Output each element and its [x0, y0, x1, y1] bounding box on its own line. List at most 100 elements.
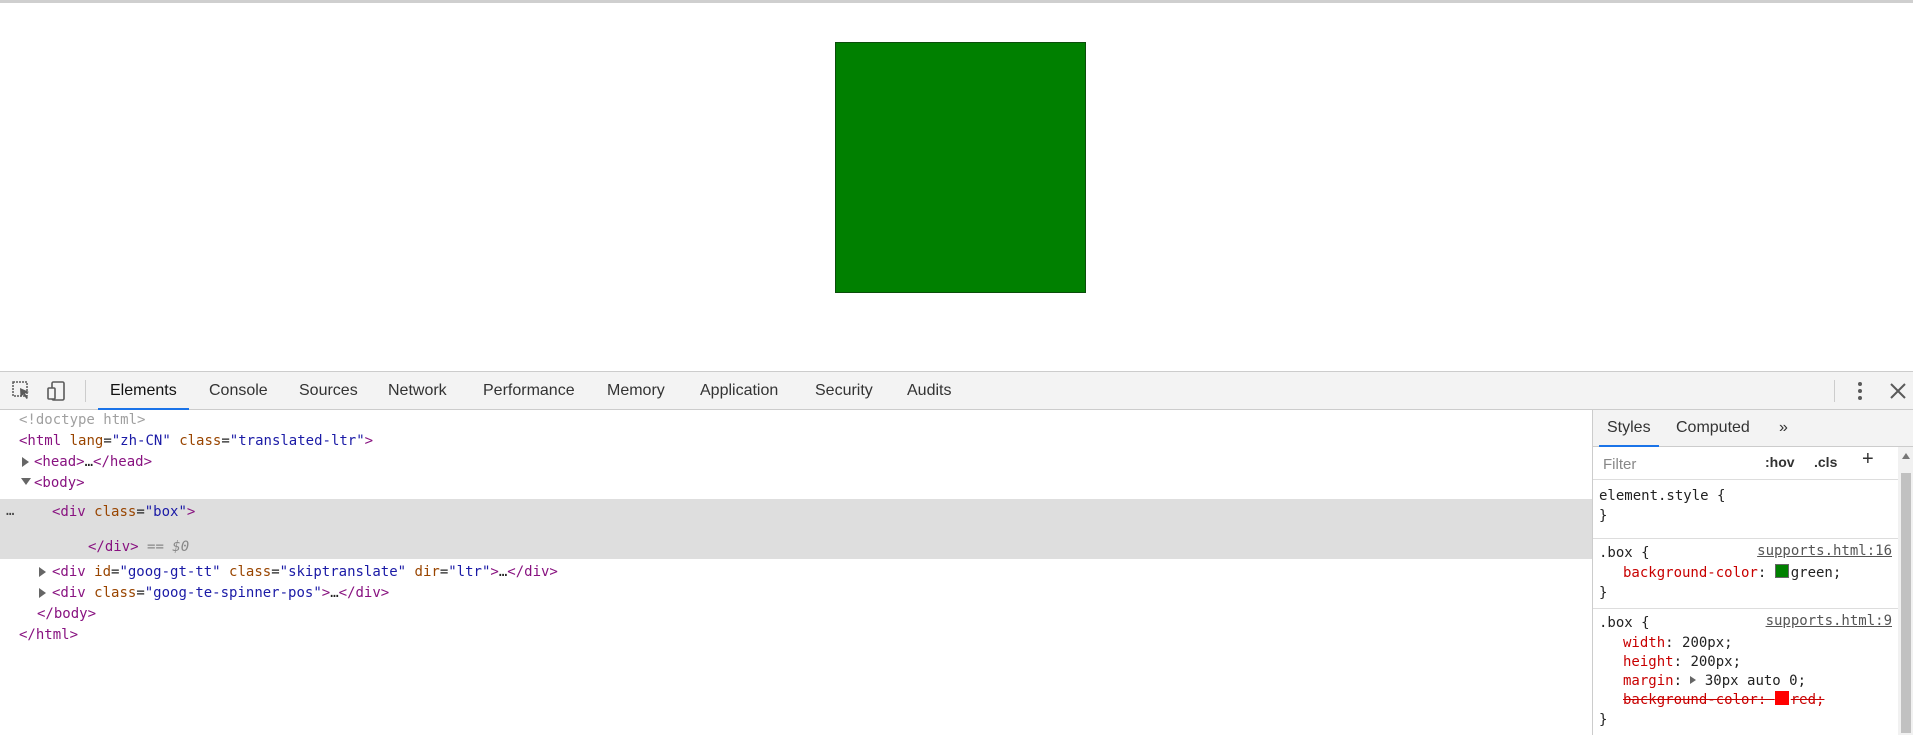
style-rule-box-16: .box { supports.html:16 background-color…	[1593, 539, 1898, 609]
tab-application[interactable]: Application	[700, 372, 778, 409]
node-actions-dots[interactable]: …	[6, 503, 14, 519]
devtools-panel: Elements Console Sources Network Perform…	[0, 371, 1913, 735]
styles-scrollbar[interactable]	[1898, 447, 1913, 735]
dom-div-spinner[interactable]: <div class="goog-te-spinner-pos">…</div>	[52, 583, 389, 604]
inspect-icon[interactable]	[11, 380, 33, 402]
value: "zh-CN"	[111, 433, 171, 449]
rule-source-link[interactable]: supports.html:16	[1757, 543, 1892, 559]
decl-prop: margin	[1623, 673, 1674, 689]
attr: id	[94, 564, 112, 580]
value: "box"	[144, 504, 187, 520]
decl-value: 200px;	[1690, 654, 1742, 670]
more-tabs-icon[interactable]: »	[1779, 410, 1788, 446]
decl-prop: background-color	[1623, 692, 1758, 708]
dom-div-box-close[interactable]: </div> == $0	[88, 537, 189, 558]
value: "translated-ltr"	[229, 433, 365, 449]
tab-network[interactable]: Network	[388, 372, 447, 409]
rule-close: }	[1599, 508, 1608, 524]
toolbar-separator-right	[1834, 380, 1835, 402]
rule-selector[interactable]: .box {	[1599, 543, 1650, 563]
color-swatch[interactable]	[1774, 564, 1789, 578]
attr: class	[229, 564, 272, 580]
expand-shorthand-icon[interactable]	[1690, 676, 1697, 684]
styles-sidebar: Styles Computed » :hov .cls + element.st…	[1592, 410, 1913, 735]
decl-height[interactable]: height: 200px;	[1623, 652, 1741, 672]
tag: </div>	[88, 539, 139, 555]
decl-background-color-overridden[interactable]: background-color: red;	[1623, 690, 1824, 710]
tag-end: >	[490, 564, 499, 580]
scroll-thumb[interactable]	[1901, 473, 1911, 733]
kebab-menu-icon[interactable]	[1849, 380, 1871, 402]
tab-memory[interactable]: Memory	[607, 372, 665, 409]
tab-sources[interactable]: Sources	[299, 372, 358, 409]
decl-background-color[interactable]: background-color: green;	[1623, 563, 1841, 583]
filter-row: :hov .cls +	[1593, 447, 1913, 480]
decl-value: red;	[1790, 692, 1825, 708]
expand-triangle-icon[interactable]	[39, 588, 46, 598]
styles-tabbar: Styles Computed »	[1593, 410, 1913, 447]
rule-close: }	[1599, 585, 1608, 601]
tag: <div	[52, 564, 86, 580]
decl-margin[interactable]: margin: 30px auto 0;	[1623, 671, 1806, 691]
scroll-up-icon	[1902, 453, 1910, 459]
style-rule-box-9: .box { supports.html:9 width: 200px; hei…	[1593, 609, 1898, 735]
attr: class	[94, 585, 137, 601]
tab-elements[interactable]: Elements	[98, 372, 189, 410]
tab-performance[interactable]: Performance	[483, 372, 575, 409]
dom-html-close[interactable]: </html>	[19, 625, 78, 646]
tag: </div>	[507, 564, 558, 580]
dom-html-open[interactable]: <html lang="zh-CN" class="translated-ltr…	[19, 431, 373, 452]
expand-triangle-icon[interactable]	[22, 457, 29, 467]
decl-value: 200px;	[1682, 635, 1733, 651]
rule-close: }	[1599, 712, 1608, 728]
decl-prop: background-color	[1623, 565, 1758, 581]
elements-tree: … <!doctype html> <html lang="zh-CN" cla…	[0, 410, 1592, 735]
tag: </body>	[37, 606, 97, 622]
collapsed: …	[84, 454, 94, 470]
decl-prop: width	[1623, 635, 1666, 651]
style-rule-element: element.style { }	[1593, 480, 1898, 539]
close-icon[interactable]	[1887, 380, 1909, 402]
page-viewport	[0, 3, 1913, 371]
tag-end: >	[321, 585, 331, 601]
decl-value: 30px auto 0;	[1704, 673, 1807, 689]
tag: </head>	[93, 454, 153, 470]
dom-div-goog-gt-tt[interactable]: <div id="goog-gt-tt" class="skiptranslat…	[52, 562, 558, 583]
color-swatch[interactable]	[1774, 691, 1789, 705]
decl-width[interactable]: width: 200px;	[1623, 633, 1733, 653]
styles-filter-input[interactable]	[1601, 453, 1755, 475]
value: "skiptranslate"	[279, 564, 407, 580]
tab-audits[interactable]: Audits	[907, 372, 951, 409]
toolbar-separator	[85, 380, 86, 402]
expand-triangle-icon[interactable]	[39, 567, 46, 577]
dom-body-close[interactable]: </body>	[37, 604, 96, 625]
dom-body-open[interactable]: <body>	[34, 473, 85, 494]
tag-end: >	[186, 504, 196, 520]
device-toggle-icon[interactable]	[46, 380, 68, 402]
dom-div-box[interactable]: <div class="box">	[52, 502, 195, 523]
tab-console[interactable]: Console	[209, 372, 268, 409]
rule-source-link[interactable]: supports.html:9	[1766, 613, 1892, 629]
green-box[interactable]	[835, 42, 1086, 293]
hov-toggle[interactable]: :hov	[1765, 454, 1795, 470]
tag: </div>	[338, 585, 390, 601]
tab-styles[interactable]: Styles	[1599, 410, 1659, 447]
tab-computed[interactable]: Computed	[1676, 410, 1750, 446]
dom-head[interactable]: <head>…</head>	[34, 452, 152, 473]
attr: dir	[414, 564, 440, 580]
selected-indicator: == $0	[147, 539, 190, 555]
dom-doctype[interactable]: <!doctype html>	[19, 410, 145, 431]
tag: <div	[52, 585, 86, 601]
collapse-triangle-icon[interactable]	[21, 478, 31, 485]
cls-toggle[interactable]: .cls	[1814, 454, 1837, 470]
tab-security[interactable]: Security	[815, 372, 873, 409]
new-rule-icon[interactable]: +	[1862, 448, 1874, 471]
value: "goog-te-spinner-pos"	[144, 585, 322, 601]
rule-selector[interactable]: .box {	[1599, 613, 1650, 633]
rule-selector[interactable]: element.style {	[1599, 486, 1725, 506]
tag: <body>	[34, 475, 85, 491]
value: "ltr"	[448, 564, 491, 580]
tag: <head>	[34, 454, 85, 470]
doctype-text: <!doctype html>	[19, 412, 146, 428]
selected-node-highlight[interactable]	[0, 499, 1592, 559]
